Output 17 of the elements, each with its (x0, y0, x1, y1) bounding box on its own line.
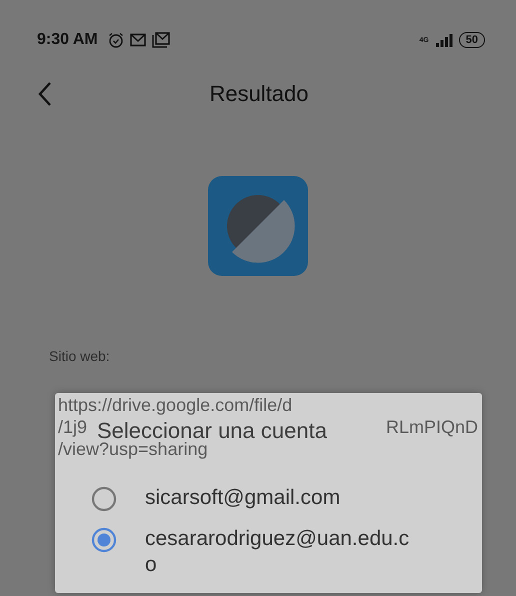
app-logo-icon (208, 176, 308, 276)
radio-button[interactable] (91, 486, 117, 512)
signal-icon (434, 33, 453, 47)
battery-level: 50 (458, 32, 485, 48)
radio-button[interactable] (91, 527, 117, 553)
website-label: Sitio web: (49, 348, 111, 364)
account-email[interactable]: cesararodriguez@uan.edu.co (145, 526, 420, 578)
website-url: /1j9 (58, 416, 88, 438)
mail-icon (130, 33, 146, 47)
status-time: 9:30 AM (37, 31, 98, 49)
screen-title: Resultado (208, 81, 310, 107)
account-email[interactable]: sicarsoft@gmail.com (145, 485, 420, 511)
website-url: https://drive.google.com/file/d (58, 394, 292, 416)
back-icon[interactable] (37, 81, 53, 107)
mail-stack-icon (152, 32, 170, 48)
alarm-clock-icon (108, 32, 124, 48)
website-url: RLmPIQnD (386, 416, 478, 438)
